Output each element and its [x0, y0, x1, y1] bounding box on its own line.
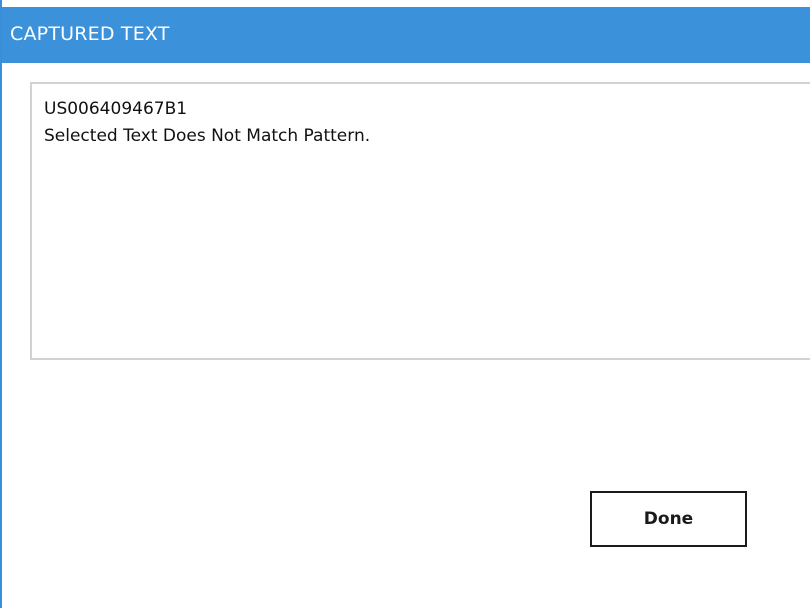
- captured-text-line: US006409467B1: [44, 99, 188, 119]
- captured-text-dialog: CAPTURED TEXT US006409467B1 Selected Tex…: [0, 0, 810, 608]
- captured-text-box[interactable]: US006409467B1 Selected Text Does Not Mat…: [30, 82, 810, 360]
- title-bar: CAPTURED TEXT: [2, 7, 810, 63]
- done-button[interactable]: Done: [590, 491, 747, 547]
- dialog-title: CAPTURED TEXT: [10, 23, 170, 45]
- captured-text-message: Selected Text Does Not Match Pattern.: [44, 126, 371, 146]
